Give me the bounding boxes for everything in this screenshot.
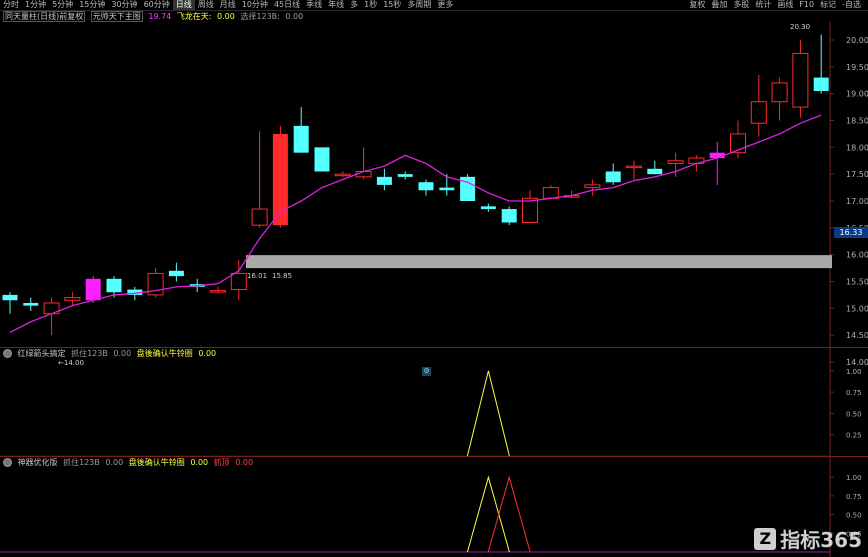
candle-body [439,187,455,191]
candle-body [106,278,122,293]
logo-icon: Z [754,527,777,550]
candle-body [230,272,247,291]
panel2-header: 红绿箭头搞定 抓住123B 0.00 盘後确认牛铃圈 0.00 [0,348,820,360]
price-tick-label: 19.50 [846,63,868,72]
price-tick-label: 20.00 [846,36,868,45]
candle-body [376,176,392,185]
candle-body [771,82,788,103]
candle-body [501,209,517,223]
candle-body [397,174,413,177]
band-label-right: 15.85 [272,272,292,280]
low-label: ←14.00 [58,359,84,367]
panel2-tick-label: 1.00 [846,368,862,376]
panel3-tick-label: 0.75 [846,493,862,501]
current-price-tag: 16.33 [834,227,868,238]
stock-chart[interactable]: 20.0019.5019.0018.5018.0017.5017.0016.50… [0,0,868,557]
price-tick-label: 14.50 [846,331,868,340]
candle-body [85,278,101,301]
candle-body [647,168,663,175]
candle-body [334,173,351,177]
price-tick-label: 18.50 [846,117,868,126]
price-tick-label: 19.00 [846,90,868,99]
panel3-label1: 抓住123B [63,458,100,467]
price-tick-label: 14.00 [846,358,868,367]
panel3-value1: 0.00 [105,458,124,467]
candle-body [667,160,684,164]
candle-body [314,147,330,172]
panel3-value3: 0.00 [235,458,254,467]
candle-body [522,197,538,223]
candle-body [251,208,268,226]
price-tick-label: 18.00 [846,143,868,152]
candle-body [813,77,829,91]
panel2-tick-label: 0.50 [846,410,862,418]
candle-body [584,184,601,189]
panel3-value2: 0.00 [190,458,209,467]
panel3-signal [487,475,531,553]
panel2-toggle-icon[interactable] [3,349,12,358]
panel3-tick-label: 0.50 [846,512,862,520]
candle-body [605,171,621,183]
support-band [246,255,832,269]
panel3-name[interactable]: 神器优化版 [18,458,58,467]
candle-body [750,101,767,124]
panel3-tick-label: 1.00 [846,474,862,482]
price-tick-label: 15.00 [846,304,868,313]
price-tick-label: 15.50 [846,278,868,287]
panel2-name[interactable]: 红绿箭头搞定 [18,349,66,358]
panel2-signal [466,370,510,457]
band-label-left: 16.01 [247,272,267,280]
panel3-label3: 抓顶 [213,458,230,467]
watermark-text: 指标365 [780,528,862,552]
candle-body [210,290,226,293]
settings-icon[interactable]: ⚙ [422,367,431,376]
candle-body [64,297,81,301]
panel2-tick-label: 0.25 [846,432,862,440]
price-tick-label: 17.00 [846,197,868,206]
price-tick-label: 16.00 [846,251,868,260]
candle-body [626,165,642,169]
candle-body [293,125,309,153]
panel2-value1: 0.00 [113,349,132,358]
panel3-toggle-icon[interactable] [3,458,12,467]
watermark: Z 指标365 [754,524,862,553]
candle-body [2,294,18,301]
panel3-header: 神器优化版 抓住123B 0.00 盘後确认牛铃圈 0.00 抓顶 0.00 [0,457,820,469]
panel3-signal [466,475,510,553]
high-label: 20.30 [790,23,810,31]
candle-body [168,270,184,277]
candle-body [418,182,434,191]
panel2-label1: 抓住123B [71,349,108,358]
price-tick-label: 17.50 [846,170,868,179]
candle-body [480,206,496,210]
candle-body [792,52,809,108]
candle-body [23,302,39,306]
candle-body [542,187,559,199]
panel2-label2: 盘後确认牛铃圈 [136,349,193,358]
panel2-value2: 0.00 [198,349,217,358]
moving-average-line [9,114,822,334]
panel2-tick-label: 0.75 [846,389,862,397]
panel3-label2: 盘後确认牛铃圈 [128,458,185,467]
